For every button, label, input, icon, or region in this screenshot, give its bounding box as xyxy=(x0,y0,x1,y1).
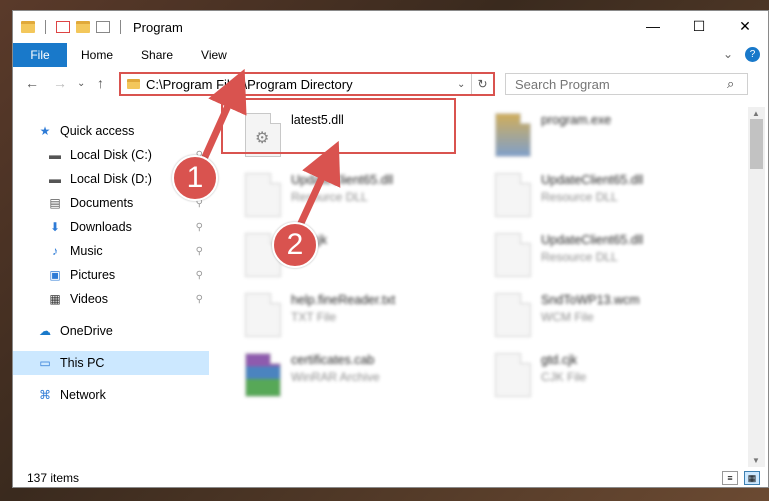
arrow-1 xyxy=(196,68,247,170)
callout-2: 2 xyxy=(272,222,318,268)
callout-1: 1 xyxy=(172,155,218,201)
annotation-arrows xyxy=(196,68,341,236)
